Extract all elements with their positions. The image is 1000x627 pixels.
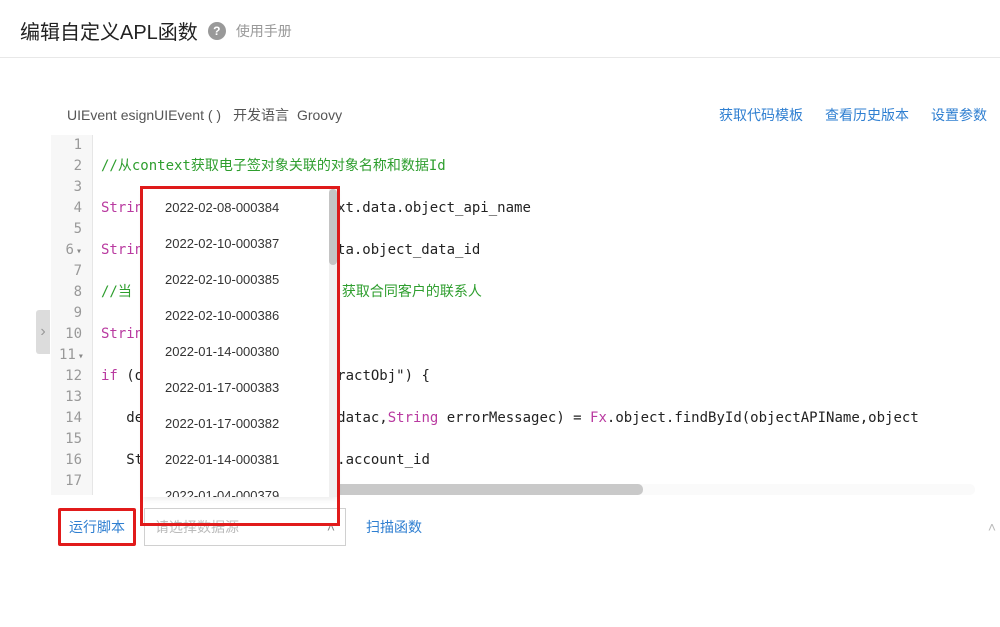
lang-label: 开发语言 Groovy: [233, 105, 342, 125]
collapse-panel-icon[interactable]: ˄: [988, 519, 996, 535]
line-number: 10: [59, 324, 82, 345]
lang-value: Groovy: [297, 107, 342, 123]
line-number: 14: [59, 408, 82, 429]
dropdown-option[interactable]: 2022-02-10-000387: [143, 225, 337, 261]
dropdown-scrollbar[interactable]: [329, 189, 337, 497]
line-number: 11▾: [59, 345, 82, 366]
line-number: 13: [59, 387, 82, 408]
manual-link[interactable]: 使用手册: [236, 21, 292, 41]
line-number: 8: [59, 282, 82, 303]
side-expand-tab[interactable]: ›: [36, 310, 50, 354]
dropdown-option[interactable]: 2022-01-04-000379: [143, 477, 337, 497]
toolbar-right: 获取代码模板 查看历史版本 设置参数: [719, 105, 987, 125]
dropdown-option[interactable]: 2022-01-17-000383: [143, 369, 337, 405]
line-gutter: 1 2 3 4 5 6▾ 7 8 9 10 11▾ 12 13 14 15 16…: [51, 135, 93, 495]
dropdown-option[interactable]: 2022-02-10-000386: [143, 297, 337, 333]
view-history-link[interactable]: 查看历史版本: [825, 105, 909, 125]
datasource-select[interactable]: 请选择数据源 ˄: [144, 508, 346, 546]
datasource-dropdown[interactable]: 2022-02-08-000384 2022-02-10-000387 2022…: [143, 189, 337, 497]
line-number: 12: [59, 366, 82, 387]
line-number: 17: [59, 471, 82, 492]
dropdown-option[interactable]: 2022-01-17-000382: [143, 405, 337, 441]
toolbar-left: UIEvent esignUIEvent ( ) 开发语言 Groovy: [67, 105, 342, 125]
run-script-button[interactable]: 运行脚本: [58, 508, 136, 546]
event-signature: UIEvent esignUIEvent ( ): [67, 107, 221, 123]
dropdown-scroll-thumb[interactable]: [329, 189, 337, 265]
chevron-up-icon: ˄: [327, 519, 335, 535]
help-icon[interactable]: ?: [208, 22, 226, 40]
datasource-placeholder: 请选择数据源: [155, 517, 239, 537]
chevron-right-icon: ›: [40, 323, 45, 341]
dropdown-option[interactable]: 2022-02-08-000384: [143, 189, 337, 225]
get-template-link[interactable]: 获取代码模板: [719, 105, 803, 125]
line-number: 1: [59, 135, 82, 156]
line-number: 2: [59, 156, 82, 177]
set-params-link[interactable]: 设置参数: [931, 105, 987, 125]
scan-function-link[interactable]: 扫描函数: [354, 517, 422, 537]
dropdown-option[interactable]: 2022-01-14-000381: [143, 441, 337, 477]
dropdown-option[interactable]: 2022-02-10-000385: [143, 261, 337, 297]
line-number: 7: [59, 261, 82, 282]
editor-footer: 运行脚本 请选择数据源 ˄ 扫描函数 ˄: [50, 500, 1000, 556]
line-number: 3: [59, 177, 82, 198]
line-number: 6▾: [59, 240, 82, 261]
line-number: 15: [59, 429, 82, 450]
page-header: 编辑自定义APL函数 ? 使用手册: [0, 0, 1000, 58]
page-title: 编辑自定义APL函数: [20, 16, 198, 45]
line-number: 16: [59, 450, 82, 471]
dropdown-option[interactable]: 2022-01-14-000380: [143, 333, 337, 369]
editor-toolbar: UIEvent esignUIEvent ( ) 开发语言 Groovy 获取代…: [51, 95, 999, 135]
line-number: 9: [59, 303, 82, 324]
line-number: 5: [59, 219, 82, 240]
line-number: 4: [59, 198, 82, 219]
